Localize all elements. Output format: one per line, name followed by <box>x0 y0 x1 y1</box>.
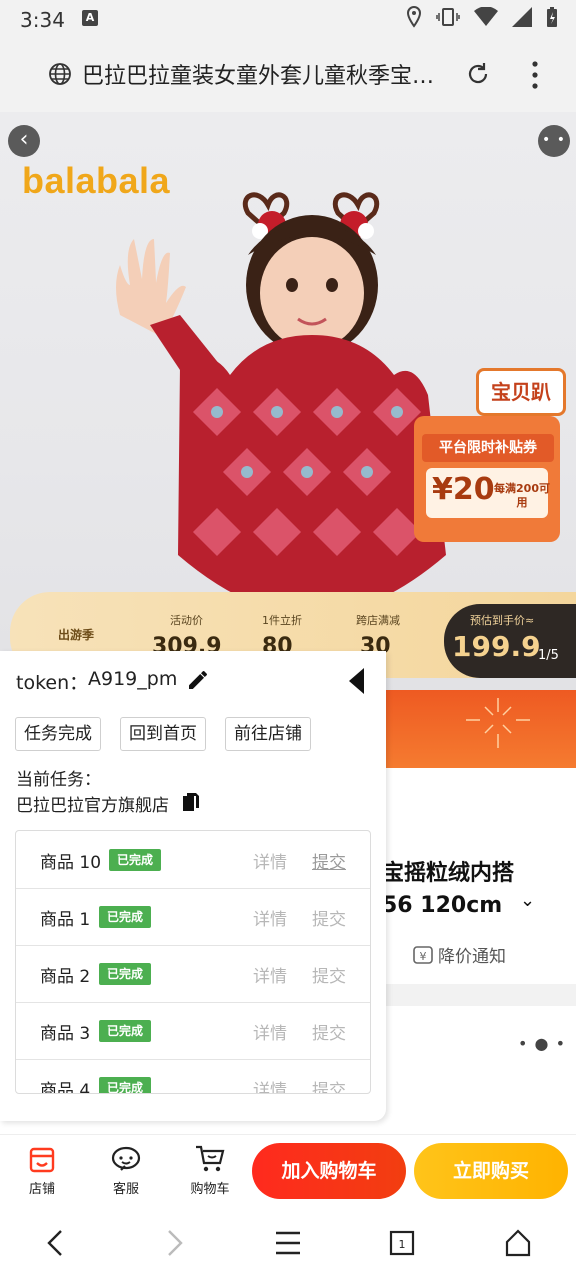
submit-link[interactable]: 提交 <box>312 1019 346 1044</box>
instant-discount-label: 1件立折 <box>262 614 302 627</box>
token-value: A919_pm <box>88 668 178 690</box>
product-photo-girl <box>116 192 446 615</box>
table-row: 商品 1 已完成 详情 提交 <box>16 888 370 946</box>
section-divider <box>386 984 576 1006</box>
notify-label: 降价通知 <box>438 947 506 967</box>
coupon-condition: 每满200可用 <box>494 482 550 509</box>
copy-icon[interactable] <box>182 792 200 812</box>
status-badge: 已完成 <box>99 1020 152 1042</box>
service-label: 客服 <box>112 1182 139 1197</box>
collapse-triangle-icon[interactable] <box>346 666 366 696</box>
carousel-dots-icon: • ● • <box>518 1034 567 1053</box>
add-to-cart-button[interactable]: 加入购物车 <box>252 1143 406 1199</box>
shop-label: 店铺 <box>28 1182 55 1197</box>
submit-link[interactable]: 提交 <box>312 905 346 930</box>
back-arrow-icon[interactable]: ‹ <box>8 125 40 157</box>
row-name: 商品 4 <box>40 1081 91 1094</box>
price-tag-icon: ¥ <box>413 946 433 964</box>
table-row: 商品 4 已完成 详情 提交 <box>16 1059 370 1094</box>
status-bar: 3:34 A <box>0 0 576 40</box>
buy-now-button[interactable]: 立即购买 <box>414 1143 568 1199</box>
reload-icon[interactable] <box>464 60 492 88</box>
estimate-price-value: 199.9 <box>452 630 541 663</box>
status-badge: 已完成 <box>99 963 152 985</box>
service-tab[interactable]: 客服 <box>96 1140 156 1197</box>
cart-icon <box>196 1145 225 1172</box>
product-title-line2: 56 120cm <box>382 893 503 918</box>
cart-tab[interactable]: 购物车 <box>180 1140 240 1197</box>
detail-link[interactable]: 详情 <box>253 905 287 930</box>
nav-tabs-icon[interactable]: 1 <box>388 1228 416 1258</box>
price-drop-notify[interactable]: ¥ 降价通知 <box>412 942 506 967</box>
detail-link[interactable]: 详情 <box>253 962 287 987</box>
status-badge: 已完成 <box>99 1077 152 1093</box>
image-page-indicator: 1/5 <box>538 648 559 663</box>
row-name: 商品 2 <box>40 967 91 987</box>
go-to-store-button[interactable]: 前往店铺 <box>225 717 311 751</box>
status-icons <box>406 6 558 28</box>
coupon-amount: ¥20 <box>432 472 495 507</box>
location-icon <box>406 6 422 28</box>
notification-icon: A <box>82 10 98 26</box>
detail-link[interactable]: 详情 <box>253 848 287 873</box>
nav-back-icon[interactable] <box>44 1228 68 1258</box>
submit-link[interactable]: 提交 <box>312 1076 346 1093</box>
detail-link[interactable]: 详情 <box>253 1019 287 1044</box>
season-tag: 出游季 <box>58 628 95 642</box>
product-title[interactable]: 宝摇粒绒内搭 56 120cm <box>382 858 514 922</box>
submit-link[interactable]: 提交 <box>312 848 346 873</box>
coupon-subtitle: 平台限时补贴券 <box>422 434 554 462</box>
cross-store-label: 跨店满减 <box>356 614 400 627</box>
firework-icon <box>466 698 530 748</box>
url-title[interactable]: 巴拉巴拉童装女童外套儿童秋季宝… <box>82 58 452 90</box>
task-complete-button[interactable]: 任务完成 <box>15 717 101 751</box>
shop-tab[interactable]: 店铺 <box>12 1140 72 1197</box>
row-name: 商品 1 <box>40 910 91 930</box>
activity-price-label: 活动价 <box>170 614 203 627</box>
globe-icon[interactable] <box>48 62 72 86</box>
svg-text:1: 1 <box>399 1238 406 1251</box>
table-row: 商品 2 已完成 详情 提交 <box>16 945 370 1003</box>
cart-label: 购物车 <box>190 1182 230 1197</box>
submit-link[interactable]: 提交 <box>312 962 346 987</box>
product-title-line1: 宝摇粒绒内搭 <box>382 861 515 886</box>
status-time: 3:34 <box>20 8 65 32</box>
svg-text:¥: ¥ <box>420 950 427 963</box>
edit-pencil-icon[interactable] <box>186 668 210 692</box>
coupon-title: 宝贝趴 <box>476 368 566 416</box>
wifi-icon <box>474 7 498 26</box>
table-row: 商品 10 已完成 详情 提交 <box>16 831 370 889</box>
chat-bubble-icon <box>111 1146 141 1171</box>
current-task-shop: 巴拉巴拉官方旗舰店 <box>16 796 169 816</box>
vibrate-icon <box>436 8 460 26</box>
back-home-button[interactable]: 回到首页 <box>120 717 206 751</box>
nav-forward-icon[interactable] <box>162 1228 186 1258</box>
row-name: 商品 10 <box>40 853 102 873</box>
signal-icon <box>512 7 532 27</box>
status-badge: 已完成 <box>99 906 152 928</box>
chevron-down-icon[interactable]: ⌄ <box>520 890 535 911</box>
current-task-label: 当前任务： <box>16 770 101 790</box>
table-row: 商品 3 已完成 详情 提交 <box>16 1002 370 1060</box>
status-badge: 已完成 <box>109 849 162 871</box>
nav-menu-icon[interactable] <box>274 1228 302 1258</box>
nav-home-icon[interactable] <box>504 1228 532 1258</box>
row-name: 商品 3 <box>40 1024 91 1044</box>
store-icon <box>29 1147 55 1173</box>
battery-icon <box>547 7 557 27</box>
estimate-price-label: 预估到手价≈ <box>470 614 535 627</box>
coupon-badge[interactable]: 宝贝趴 平台限时补贴券 ¥20 每满200可用 <box>414 354 566 544</box>
token-label: token： <box>16 672 89 694</box>
more-dots-icon[interactable]: • • <box>538 125 570 157</box>
promo-banner <box>386 690 576 768</box>
menu-kebab-icon[interactable] <box>528 60 542 90</box>
task-table: 商品 10 已完成 详情 提交 商品 1 已完成 详情 提交 商品 2 已完成 … <box>15 830 371 1094</box>
detail-link[interactable]: 详情 <box>253 1076 287 1093</box>
